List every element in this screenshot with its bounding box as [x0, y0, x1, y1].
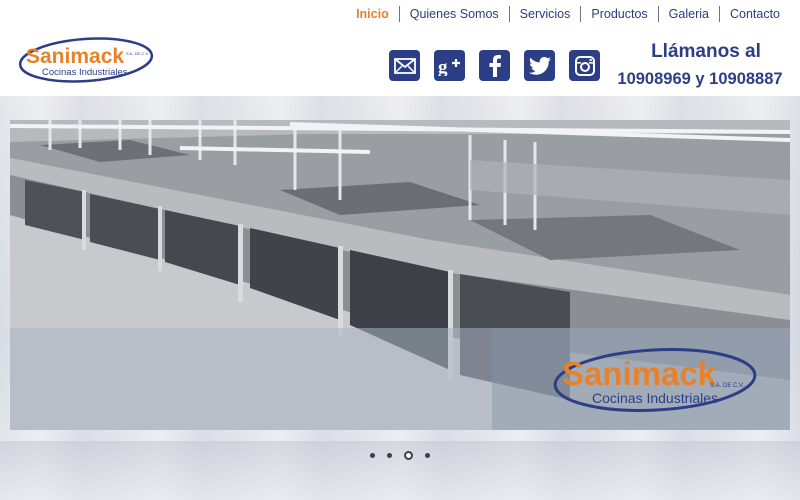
phone-numbers[interactable]: 10908969 y 10908887 [610, 68, 790, 90]
nav-item-inicio[interactable]: Inicio [346, 6, 399, 22]
slide-logo-suffix: S.A. DE C.V. [710, 383, 744, 389]
nav-item-contacto[interactable]: Contacto [718, 6, 790, 22]
background-counter [0, 441, 800, 500]
slider-pagination [370, 451, 430, 460]
slider-dot-2[interactable] [387, 453, 392, 458]
nav-item-productos[interactable]: Productos [580, 6, 657, 22]
slide-brand-logo: Sanimack S.A. DE C.V. Cocinas Industrial… [550, 345, 760, 415]
facebook-icon[interactable] [479, 50, 510, 81]
logo-wordmark: Sanimack [26, 45, 124, 68]
logo-tagline: Cocinas Industriales [42, 67, 128, 78]
slider-dot-1[interactable] [370, 453, 375, 458]
google-plus-icon[interactable]: g [434, 50, 465, 81]
twitter-icon[interactable] [524, 50, 555, 81]
mail-icon[interactable] [389, 50, 420, 81]
nav-item-galeria[interactable]: Galeria [657, 6, 719, 22]
image-slider[interactable]: Sanimack S.A. DE C.V. Cocinas Industrial… [10, 120, 790, 430]
nav-item-servicios[interactable]: Servicios [508, 6, 581, 22]
brand-logo[interactable]: Sanimack S.A. DE C.V. Cocinas Industrial… [18, 36, 158, 86]
nav-item-quienes-somos[interactable]: Quienes Somos [398, 6, 509, 22]
main-nav: Inicio Quienes Somos Servicios Productos… [346, 4, 790, 24]
slide-logo-tagline: Cocinas Industriales [592, 390, 718, 406]
call-info: Llámanos al 10908969 y 10908887 [610, 40, 790, 90]
slider-dot-3[interactable] [404, 451, 413, 460]
slide-logo-wordmark: Sanimack [562, 355, 717, 392]
instagram-icon[interactable] [569, 50, 600, 81]
slider-dot-4[interactable] [425, 453, 430, 458]
call-heading: Llámanos al [651, 41, 761, 62]
logo-suffix: S.A. DE C.V. [126, 51, 149, 56]
site-header: Sanimack S.A. DE C.V. Cocinas Industrial… [0, 0, 800, 96]
social-links: g [389, 50, 600, 81]
svg-text:g: g [438, 57, 448, 76]
slide-caption-band [10, 328, 492, 430]
